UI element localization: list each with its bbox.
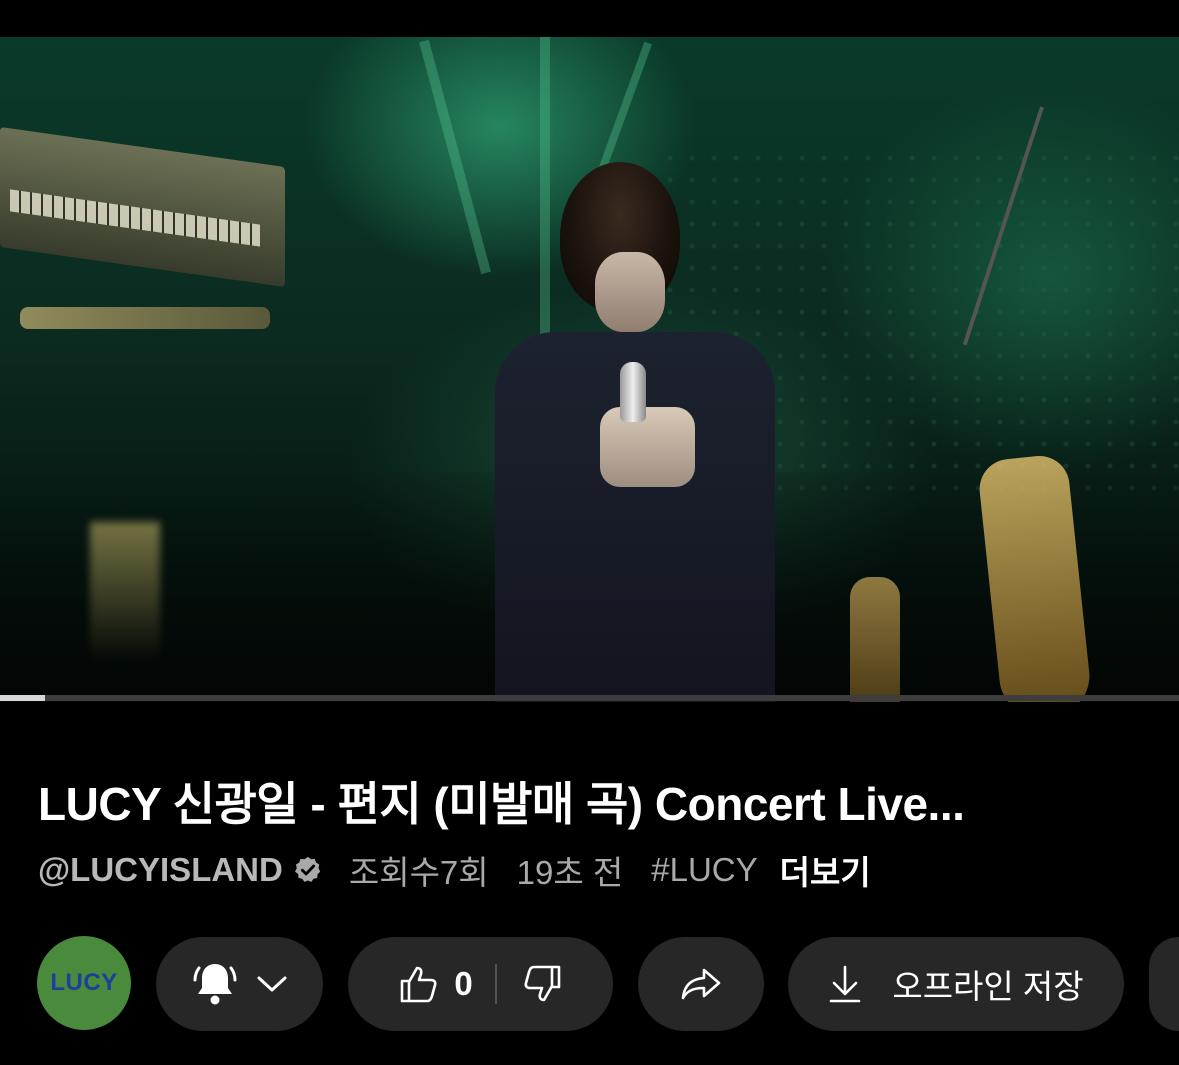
thumbs-up-icon[interactable] [398, 965, 438, 1003]
video-progress-fill [0, 695, 45, 701]
floor-reflection [90, 522, 160, 662]
microphone [620, 362, 646, 422]
view-count: 조회수7회 [348, 854, 489, 891]
hashtag-link[interactable]: #LUCY [651, 851, 757, 889]
avatar-text: LUCY [50, 969, 118, 996]
action-bar: LUCY 0 오프라인 저장 [0, 936, 1179, 1031]
more-actions-button[interactable] [1149, 937, 1179, 1031]
channel-avatar[interactable]: LUCY [37, 936, 131, 1030]
keyboard-stand [20, 307, 270, 329]
stage-truss [540, 37, 550, 337]
video-player[interactable] [0, 37, 1179, 702]
video-title[interactable]: LUCY 신광일 - 편지 (미발매 곡) Concert Live... [38, 768, 1148, 834]
saxophone [850, 577, 900, 702]
download-icon [828, 964, 862, 1004]
stage-truss [419, 39, 491, 275]
singer-face [595, 252, 665, 332]
video-meta-row: @LUCYISLAND 조회수7회 19초 전 #LUCY 더보기 [38, 848, 871, 892]
like-divider [494, 964, 497, 1004]
channel-handle[interactable]: @LUCYISLAND [38, 851, 283, 889]
verified-icon [293, 855, 323, 885]
share-button[interactable] [638, 937, 764, 1031]
thumbs-down-icon[interactable] [523, 965, 563, 1003]
video-progress-bar[interactable] [0, 695, 1179, 701]
more-button[interactable]: 더보기 [780, 846, 871, 894]
share-icon [680, 967, 722, 1001]
download-button[interactable]: 오프라인 저장 [788, 937, 1124, 1031]
bell-icon [193, 960, 237, 1008]
like-dislike-group: 0 [348, 937, 613, 1031]
singer-hands-letter [600, 407, 695, 487]
subscription-bell-button[interactable] [156, 937, 323, 1031]
like-count: 0 [454, 965, 473, 1002]
upload-age: 19초 전 [516, 854, 624, 891]
download-label: 오프라인 저장 [892, 968, 1084, 1005]
chevron-down-icon [257, 975, 287, 993]
